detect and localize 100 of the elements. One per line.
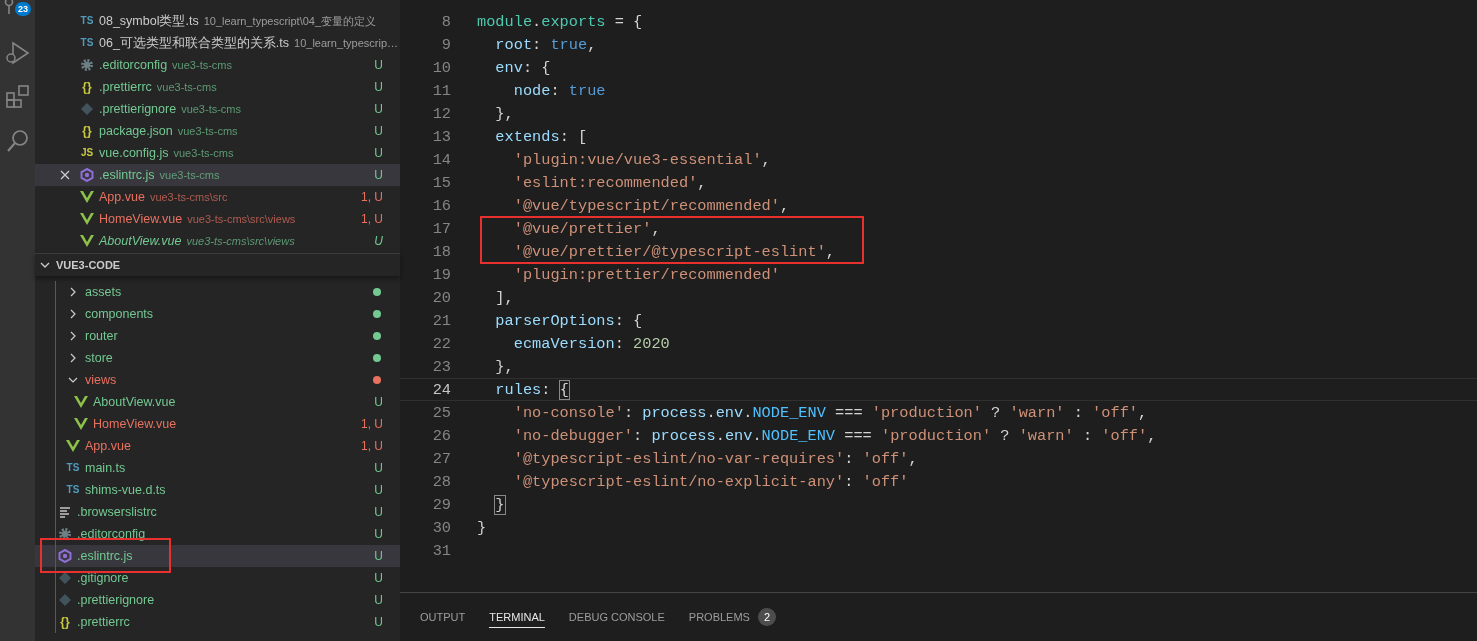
open-editor-item[interactable]: HomeView.vue vue3-ts-cms\src\views 1, U bbox=[35, 208, 400, 230]
git-status: U bbox=[373, 168, 383, 182]
git-status: U bbox=[373, 549, 383, 563]
source-control-icon[interactable] bbox=[3, 0, 15, 14]
hexagon-icon bbox=[80, 168, 94, 182]
line-number: 25 bbox=[431, 403, 452, 422]
code-line: module.exports = { bbox=[477, 12, 643, 31]
line-number: 24 bbox=[431, 380, 452, 399]
file-name: main.ts bbox=[85, 461, 126, 475]
open-editor-item[interactable]: TS 08_symbol类型.ts 10_learn_typescript\04_变量的定义 bbox=[35, 10, 400, 32]
gear-icon bbox=[58, 527, 72, 541]
v-icon bbox=[66, 439, 80, 453]
file-path: vue3-ts-cms bbox=[181, 103, 242, 115]
tree-item[interactable]: components bbox=[35, 303, 400, 325]
open-editor-item[interactable]: App.vue vue3-ts-cms\src 1, U bbox=[35, 186, 400, 208]
tree-item[interactable]: HomeView.vue 1, U bbox=[35, 413, 400, 435]
open-editor-item[interactable]: JS vue.config.js vue3-ts-cms U bbox=[35, 142, 400, 164]
file-name: package.json bbox=[99, 124, 173, 138]
file-name: AboutView.vue bbox=[99, 234, 182, 248]
tree-item[interactable]: assets bbox=[35, 281, 400, 303]
open-editor-item[interactable]: {} package.json vue3-ts-cms U bbox=[35, 120, 400, 142]
file-path: vue3-ts-cms\src bbox=[149, 191, 228, 203]
file-name: HomeView.vue bbox=[99, 212, 183, 226]
run-debug-icon[interactable] bbox=[4, 40, 31, 66]
tree-item[interactable]: TS main.ts U bbox=[35, 457, 400, 479]
line-number: 15 bbox=[431, 173, 452, 192]
git-status: U bbox=[373, 571, 383, 585]
code-line: root: true, bbox=[494, 35, 597, 54]
file-name: .eslintrc.js bbox=[99, 168, 155, 182]
line-number: 23 bbox=[431, 357, 452, 376]
line-number: 28 bbox=[431, 472, 452, 491]
git-status: U bbox=[373, 124, 383, 138]
v-icon bbox=[80, 190, 94, 204]
tree-item[interactable]: App.vue 1, U bbox=[35, 435, 400, 457]
v-icon bbox=[80, 212, 94, 226]
search-icon[interactable] bbox=[4, 128, 31, 154]
open-editor-item[interactable]: .editorconfig vue3-ts-cms U bbox=[35, 54, 400, 76]
line-number: 26 bbox=[431, 426, 452, 445]
tree-item[interactable]: {} .prettierrc U bbox=[35, 611, 400, 633]
line-number: 13 bbox=[431, 127, 452, 146]
code-line: rules: { bbox=[494, 380, 569, 399]
git-status: 1, U bbox=[360, 190, 383, 204]
code-line: '@vue/prettier', bbox=[512, 219, 661, 238]
file-name: store bbox=[85, 351, 113, 365]
code-line: 'plugin:prettier/recommended' bbox=[512, 265, 780, 284]
line-number: 20 bbox=[431, 288, 452, 307]
line-number: 27 bbox=[431, 449, 452, 468]
file-path: 10_learn_typescript\04_变量的定义 bbox=[203, 13, 377, 29]
git-status: U bbox=[373, 102, 383, 116]
open-editor-item[interactable]: AboutView.vue vue3-ts-cms\src\views U bbox=[35, 230, 400, 252]
git-status: U bbox=[373, 593, 383, 607]
line-number: 12 bbox=[431, 104, 452, 123]
git-status: 1, U bbox=[360, 417, 383, 431]
close-icon[interactable] bbox=[59, 169, 71, 181]
panel-tab[interactable]: OUTPUT bbox=[420, 606, 466, 628]
panel-tab[interactable]: DEBUG CONSOLE bbox=[568, 606, 665, 628]
tree-item[interactable]: TS shims-vue.d.ts U bbox=[35, 479, 400, 501]
open-editor-item[interactable]: {} .prettierrc vue3-ts-cms U bbox=[35, 76, 400, 98]
tree-item[interactable]: store bbox=[35, 347, 400, 369]
git-status: U bbox=[373, 80, 383, 94]
line-number: 30 bbox=[431, 518, 452, 537]
file-type-icon: TS bbox=[66, 484, 80, 496]
file-name: .browserslistrc bbox=[77, 505, 157, 519]
code-line: }, bbox=[494, 104, 514, 123]
tree-item[interactable]: .prettierignore U bbox=[35, 589, 400, 611]
tree-item[interactable]: router bbox=[35, 325, 400, 347]
line-number: 19 bbox=[431, 265, 452, 284]
chevron-icon bbox=[40, 260, 50, 270]
tree-item[interactable]: .eslintrc.js U bbox=[35, 545, 400, 567]
code-line: } bbox=[477, 518, 487, 537]
count-badge: 2 bbox=[757, 607, 776, 626]
file-name: .eslintrc.js bbox=[77, 549, 133, 563]
file-name: router bbox=[85, 329, 118, 343]
line-number: 11 bbox=[431, 81, 452, 100]
code-line: 'plugin:vue/vue3-essential', bbox=[512, 150, 771, 169]
tree-item[interactable]: .browserslistrc U bbox=[35, 501, 400, 523]
section-header[interactable]: VUE3-CODE bbox=[35, 253, 400, 276]
notification-badge: 23 bbox=[15, 2, 31, 16]
file-name: .prettierrc bbox=[77, 615, 130, 629]
git-status: U bbox=[373, 58, 383, 72]
tree-item[interactable]: .editorconfig U bbox=[35, 523, 400, 545]
line-number: 8 bbox=[440, 12, 452, 31]
code-line: extends: [ bbox=[494, 127, 588, 146]
code-line: ecmaVersion: 2020 bbox=[512, 334, 670, 353]
file-name: App.vue bbox=[85, 439, 131, 453]
tree-item[interactable]: views bbox=[35, 369, 400, 391]
extensions-icon[interactable] bbox=[4, 84, 31, 110]
open-editor-item[interactable]: TS 06_可选类型和联合类型的关系.ts 10_learn_typescrip… bbox=[35, 32, 400, 54]
braces-icon: {} bbox=[82, 81, 92, 93]
open-editor-item[interactable]: .eslintrc.js vue3-ts-cms U bbox=[35, 164, 400, 186]
code-line: '@typescript-eslint/no-var-requires': 'off', bbox=[512, 449, 918, 468]
file-path: vue3-ts-cms bbox=[159, 169, 220, 181]
panel-tab[interactable]: TERMINAL bbox=[489, 606, 545, 628]
git-status: U bbox=[373, 483, 383, 497]
tree-item[interactable]: .gitignore U bbox=[35, 567, 400, 589]
open-editor-item[interactable]: .prettierignore vue3-ts-cms U bbox=[35, 98, 400, 120]
file-type-icon: TS bbox=[80, 15, 94, 27]
tree-item[interactable]: AboutView.vue U bbox=[35, 391, 400, 413]
panel-tab[interactable]: PROBLEMS 2 bbox=[688, 606, 776, 628]
file-name: .prettierrc bbox=[99, 80, 152, 94]
